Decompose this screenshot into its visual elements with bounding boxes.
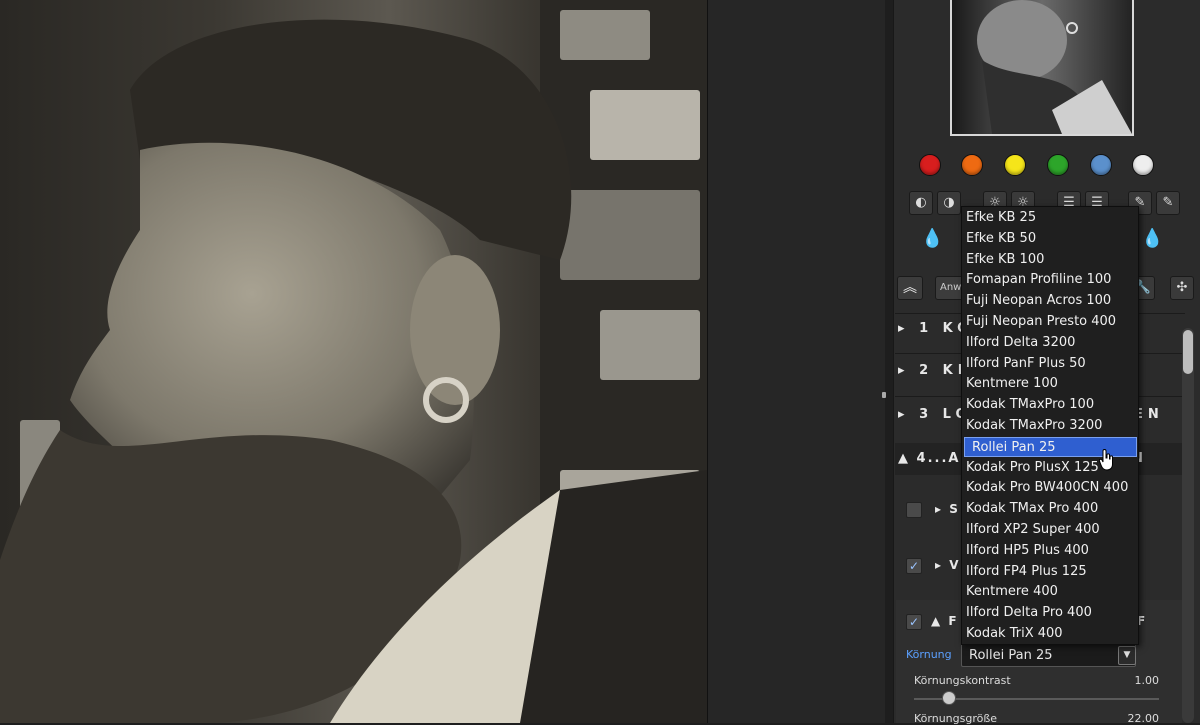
collapse-arrow-icon: ▲ (898, 451, 910, 466)
mouse-cursor-icon (1099, 449, 1113, 471)
contrast-alt-icon[interactable]: ◑ (937, 191, 961, 215)
grain-option[interactable]: Efke KB 100 (962, 250, 1138, 270)
grain-option[interactable]: Ilford XP2 Super 400 (962, 520, 1138, 540)
grain-option[interactable]: Ilford HP5 Plus 400 (962, 541, 1138, 561)
grain-option[interactable]: Fomapan Profiline 100 (962, 270, 1138, 290)
sub-item-label: S (949, 502, 960, 516)
section-3-suffix: EN (1134, 407, 1164, 422)
grain-option[interactable]: Efke KB 50 (962, 229, 1138, 249)
grain-option[interactable]: Kentmere 400 (962, 582, 1138, 602)
grain-size-value: 22.00 (1127, 712, 1160, 725)
preview-thumbnail (950, 0, 1134, 136)
expand-arrow-icon: ▸ (898, 407, 910, 422)
color-filter-white[interactable] (1132, 154, 1154, 176)
sub-item-3-suffix: F (1137, 614, 1151, 628)
grain-contrast-value: 1.00 (1134, 674, 1160, 687)
grain-size-label: Körnungsgröße (914, 712, 998, 725)
grain-option[interactable]: Kentmere 100 (962, 374, 1138, 394)
contrast-icon[interactable]: ◐ (909, 191, 933, 215)
expand-arrow-icon: ▸ (935, 502, 944, 516)
gutter-collapse-handle[interactable] (882, 392, 886, 398)
panel-gutter (707, 0, 885, 723)
grain-option[interactable]: Kodak Pro BW400CN 400 (962, 478, 1138, 498)
color-filter-orange[interactable] (961, 154, 983, 176)
sub-item-3-checkbox[interactable]: ✓ (906, 614, 922, 630)
pin-icon[interactable]: ✣ (1170, 276, 1194, 300)
grain-dropdown-list: Efke KB 25 Efke KB 50 Efke KB 100 Fomapan P… (961, 206, 1139, 645)
grain-select[interactable]: Rollei Pan 25 (961, 643, 1136, 667)
sidebar-scrollbar-thumb[interactable] (1183, 330, 1193, 374)
grain-option[interactable]: Ilford Delta Pro 400 (962, 603, 1138, 623)
color-filter-yellow[interactable] (1004, 154, 1026, 176)
grain-option[interactable]: Fuji Neopan Acros 100 (962, 291, 1138, 311)
grain-option[interactable]: Kodak TriX 400 (962, 624, 1138, 644)
sub-item-1-checkbox[interactable] (906, 502, 922, 518)
grain-option[interactable]: Fuji Neopan Presto 400 (962, 312, 1138, 332)
color-filter-green[interactable] (1047, 154, 1069, 176)
grain-option[interactable]: Kodak TMax Pro 400 (962, 499, 1138, 519)
photo-canvas[interactable] (0, 0, 707, 723)
expand-arrow-icon: ▸ (898, 321, 910, 336)
color-filter-red[interactable] (919, 154, 941, 176)
sub-item-label: V (949, 558, 961, 572)
grain-contrast-label: Körnungskontrast (914, 674, 1011, 687)
sub-item-2-checkbox[interactable]: ✓ (906, 558, 922, 574)
drop-left-icon[interactable]: 💧 (921, 228, 943, 249)
grain-option[interactable]: Ilford PanF Plus 50 (962, 354, 1138, 374)
expand-arrow-icon: ▸ (935, 558, 944, 572)
collapse-all-icon[interactable]: ︽ (897, 276, 923, 300)
grain-option[interactable]: Efke KB 25 (962, 208, 1138, 228)
sub-item-label: F (948, 614, 959, 628)
chevron-down-icon[interactable]: ▼ (1118, 646, 1136, 665)
grain-option[interactable]: Ilford Delta 3200 (962, 333, 1138, 353)
collapse-arrow-icon: ▲ (931, 614, 943, 628)
grain-label: Körnung (906, 648, 952, 661)
sidebar-scrollbar[interactable] (1182, 328, 1194, 723)
grain-option[interactable]: Ilford FP4 Plus 125 (962, 562, 1138, 582)
grain-option[interactable]: Kodak TMaxPro 3200 (962, 416, 1138, 436)
drop-right-icon[interactable]: 💧 (1141, 228, 1163, 249)
grain-option[interactable]: Kodak TMaxPro 100 (962, 395, 1138, 415)
color-filter-blue[interactable] (1090, 154, 1112, 176)
brush-alt-icon[interactable]: ✎ (1156, 191, 1180, 215)
expand-arrow-icon: ▸ (898, 363, 910, 378)
